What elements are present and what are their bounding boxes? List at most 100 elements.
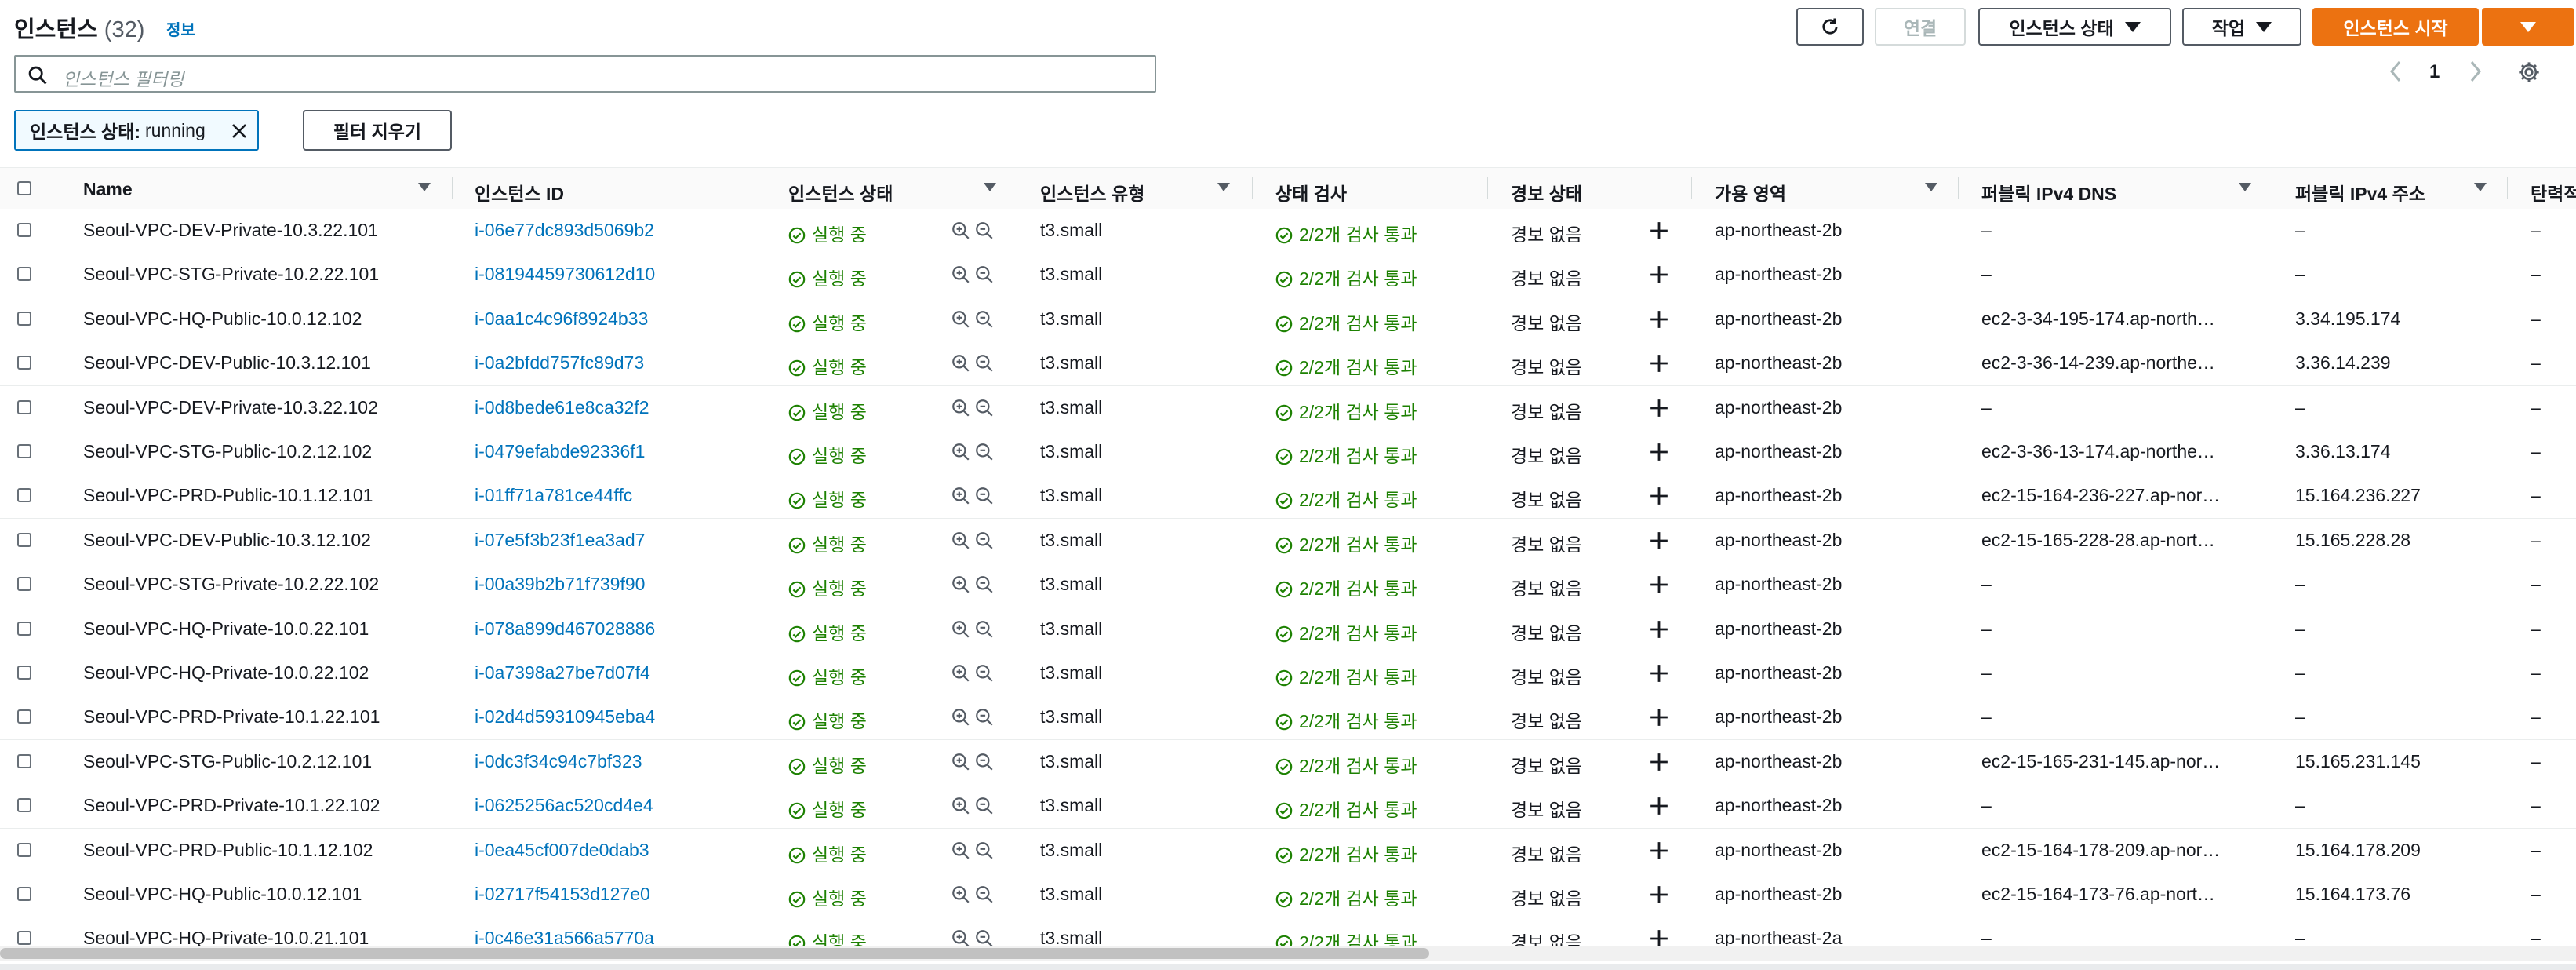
zoom-in-icon[interactable] [951, 841, 971, 861]
add-alarm-button[interactable] [1649, 752, 1669, 777]
table-row[interactable]: Seoul-VPC-PRD-Public-10.1.12.102 i-0ea45c… [0, 828, 2576, 873]
column-divider[interactable] [1958, 177, 1959, 199]
table-row[interactable]: Seoul-VPC-HQ-Private-10.0.22.102 i-0a7398… [0, 651, 2576, 696]
zoom-out-icon[interactable] [974, 221, 995, 241]
search-input[interactable]: 인스턴스 필터링 [14, 55, 1156, 93]
settings-gear-icon[interactable] [2516, 60, 2541, 85]
add-alarm-button[interactable] [1649, 264, 1669, 290]
table-row[interactable]: Seoul-VPC-HQ-Public-10.0.12.101 i-02717f5… [0, 873, 2576, 917]
zoom-out-icon[interactable] [974, 884, 995, 905]
zoom-in-icon[interactable] [951, 707, 971, 728]
zoom-in-icon[interactable] [951, 619, 971, 640]
plus-icon[interactable] [1649, 884, 1669, 905]
zoom-out-icon[interactable] [974, 309, 995, 330]
column-alarm-status[interactable]: 경보 상태 [1511, 179, 1582, 206]
table-row[interactable]: Seoul-VPC-PRD-Private-10.1.22.102 i-06252… [0, 784, 2576, 830]
connect-button[interactable]: 연결 [1875, 8, 1966, 46]
table-row[interactable]: Seoul-VPC-DEV-Private-10.3.22.102 i-0d8be… [0, 385, 2576, 431]
row-checkbox[interactable] [17, 223, 31, 237]
row-checkbox[interactable] [17, 267, 31, 282]
instance-id-link[interactable]: i-07e5f3b23f1ea3ad7 [475, 530, 645, 551]
instance-id-link[interactable]: i-078a899d467028886 [475, 618, 655, 640]
column-name[interactable]: Name [83, 179, 133, 200]
zoom-out-icon[interactable] [974, 663, 995, 684]
zoom-in-icon[interactable] [951, 884, 971, 905]
sort-icon[interactable] [984, 183, 996, 191]
table-row[interactable]: Seoul-VPC-HQ-Public-10.0.12.102 i-0aa1c4c… [0, 297, 2576, 342]
column-instance-id[interactable]: 인스턴스 ID [475, 179, 564, 206]
row-checkbox[interactable] [17, 887, 31, 901]
add-alarm-button[interactable] [1649, 884, 1669, 910]
add-alarm-button[interactable] [1649, 442, 1669, 467]
refresh-button[interactable] [1796, 8, 1864, 46]
row-checkbox[interactable] [17, 753, 31, 768]
zoom-in-icon[interactable] [951, 486, 971, 506]
add-alarm-button[interactable] [1649, 796, 1669, 821]
row-checkbox[interactable] [17, 532, 31, 547]
zoom-in-icon[interactable] [951, 663, 971, 684]
zoom-in-icon[interactable] [951, 309, 971, 330]
next-page-icon[interactable] [2466, 60, 2483, 83]
plus-icon[interactable] [1649, 752, 1669, 772]
horizontal-scrollbar-thumb[interactable] [0, 948, 1429, 959]
row-checkbox[interactable] [17, 488, 31, 503]
page-number[interactable]: 1 [2429, 61, 2440, 83]
table-row[interactable]: Seoul-VPC-STG-Public-10.2.12.101 i-0dc3f3… [0, 739, 2576, 785]
instance-id-link[interactable]: i-0aa1c4c96f8924b33 [475, 308, 648, 330]
add-alarm-button[interactable] [1649, 309, 1669, 334]
prev-page-icon[interactable] [2388, 60, 2405, 83]
add-alarm-button[interactable] [1649, 398, 1669, 423]
table-row[interactable]: Seoul-VPC-STG-Public-10.2.12.102 i-0479ef… [0, 430, 2576, 475]
zoom-out-icon[interactable] [974, 486, 995, 506]
zoom-in-icon[interactable] [951, 353, 971, 374]
sort-icon[interactable] [418, 183, 431, 191]
plus-icon[interactable] [1649, 531, 1669, 551]
table-row[interactable]: Seoul-VPC-PRD-Private-10.1.22.101 i-02d4d… [0, 695, 2576, 741]
zoom-in-icon[interactable] [951, 264, 971, 285]
sort-icon[interactable] [2239, 183, 2251, 191]
close-icon[interactable] [231, 122, 248, 140]
zoom-out-icon[interactable] [974, 796, 995, 816]
instance-id-link[interactable]: i-06e77dc893d5069b2 [475, 220, 654, 241]
column-status-check[interactable]: 상태 검사 [1275, 179, 1347, 206]
clear-filters-button[interactable]: 필터 지우기 [303, 110, 452, 151]
plus-icon[interactable] [1649, 574, 1669, 595]
zoom-out-icon[interactable] [974, 531, 995, 551]
instance-id-link[interactable]: i-0625256ac520cd4e4 [475, 795, 653, 816]
launch-dropdown-button[interactable] [2482, 8, 2574, 46]
sort-icon[interactable] [2474, 183, 2487, 191]
zoom-in-icon[interactable] [951, 796, 971, 816]
instance-id-link[interactable]: i-0dc3f34c94c7bf323 [475, 751, 642, 772]
row-checkbox[interactable] [17, 798, 31, 813]
table-row[interactable]: Seoul-VPC-DEV-Public-10.3.12.102 i-07e5f3… [0, 518, 2576, 563]
add-alarm-button[interactable] [1649, 531, 1669, 556]
table-row[interactable]: Seoul-VPC-DEV-Public-10.3.12.101 i-0a2bfd… [0, 341, 2576, 387]
plus-icon[interactable] [1649, 353, 1669, 374]
select-all-checkbox[interactable] [17, 181, 31, 195]
zoom-in-icon[interactable] [951, 398, 971, 418]
plus-icon[interactable] [1649, 309, 1669, 330]
sort-icon[interactable] [1217, 183, 1230, 191]
table-row[interactable]: Seoul-VPC-DEV-Private-10.3.22.101 i-06e77… [0, 209, 2576, 253]
zoom-out-icon[interactable] [974, 264, 995, 285]
row-checkbox[interactable] [17, 666, 31, 680]
column-availability-zone[interactable]: 가용 영역 [1715, 179, 1786, 206]
row-checkbox[interactable] [17, 356, 31, 370]
zoom-out-icon[interactable] [974, 442, 995, 462]
table-row[interactable]: Seoul-VPC-HQ-Private-10.0.22.101 i-078a89… [0, 607, 2576, 652]
actions-button[interactable]: 작업 [2182, 8, 2301, 46]
zoom-out-icon[interactable] [974, 752, 995, 772]
zoom-in-icon[interactable] [951, 574, 971, 595]
add-alarm-button[interactable] [1649, 353, 1669, 378]
plus-icon[interactable] [1649, 663, 1669, 684]
sort-icon[interactable] [1925, 183, 1937, 191]
plus-icon[interactable] [1649, 619, 1669, 640]
row-checkbox[interactable] [17, 621, 31, 636]
column-public-ip[interactable]: 퍼블릭 IPv4 주소 [2295, 179, 2425, 206]
instance-id-link[interactable]: i-08194459730612d10 [475, 264, 655, 285]
instance-id-link[interactable]: i-0479efabde92336f1 [475, 441, 645, 462]
instance-state-button[interactable]: 인스턴스 상태 [1978, 8, 2171, 46]
launch-instance-button[interactable]: 인스턴스 시작 [2312, 8, 2479, 46]
zoom-in-icon[interactable] [951, 752, 971, 772]
plus-icon[interactable] [1649, 707, 1669, 728]
